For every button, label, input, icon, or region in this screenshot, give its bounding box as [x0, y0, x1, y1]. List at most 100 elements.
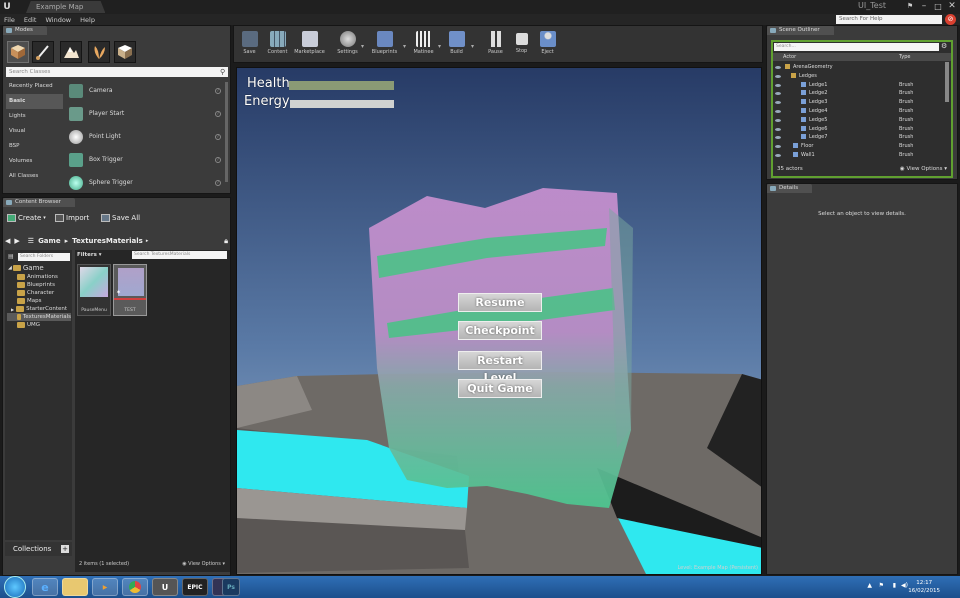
column-actor[interactable]: Actor — [783, 53, 796, 61]
search-assets-input[interactable]: Search TexturesMaterials — [132, 251, 227, 259]
outliner-row[interactable]: Floor Brush — [773, 142, 948, 151]
show-hidden-icons[interactable]: ▲ — [867, 582, 872, 589]
class-camera[interactable]: Camera? — [65, 79, 225, 102]
content-button[interactable]: Content — [264, 28, 291, 62]
outliner-row[interactable]: Wall1 Brush — [773, 151, 948, 160]
volume-icon[interactable]: ◀) — [901, 582, 908, 589]
back-arrow-icon[interactable]: ◀ — [5, 237, 10, 245]
media-player-icon[interactable]: ▶ — [92, 578, 118, 596]
build-dropdown-icon[interactable]: ▾ — [471, 43, 474, 50]
visibility-eye-icon[interactable] — [775, 127, 781, 131]
folder-blueprints[interactable]: Blueprints — [17, 282, 55, 288]
clock[interactable]: 12:17 16/02/2015 — [908, 579, 940, 595]
folder-animations[interactable]: Animations — [17, 274, 58, 280]
class-sphere-trigger[interactable]: Sphere Trigger? — [65, 171, 225, 194]
help-icon[interactable]: ? — [215, 156, 221, 163]
foliage-mode-button[interactable] — [88, 41, 110, 63]
build-button[interactable]: Build — [443, 28, 470, 62]
folder-list-icon[interactable]: ☰ — [28, 237, 34, 245]
outliner-view-options[interactable]: ◉ View Options ▾ — [900, 166, 947, 172]
category-lights[interactable]: Lights — [6, 109, 63, 124]
maximize-button[interactable]: □ — [932, 1, 944, 12]
visibility-eye-icon[interactable] — [775, 74, 781, 78]
folder-umg[interactable]: UMG — [17, 322, 40, 328]
visibility-eye-icon[interactable] — [775, 83, 781, 87]
category-recently-placed[interactable]: Recently Placed — [6, 79, 63, 94]
lock-icon[interactable]: 🔒︎ — [224, 237, 228, 246]
menu-help[interactable]: Help — [80, 16, 95, 24]
stop-button[interactable]: Stop — [508, 28, 535, 62]
breadcrumb-dropdown-icon[interactable]: ▸ — [146, 238, 149, 244]
network-icon[interactable]: ▮ — [893, 582, 896, 589]
quit-game-button[interactable]: Quit Game — [458, 379, 542, 398]
modes-tab[interactable]: Modes — [3, 26, 47, 35]
settings-button[interactable]: Settings — [334, 28, 361, 62]
visibility-eye-icon[interactable] — [775, 110, 781, 113]
category-basic[interactable]: Basic — [6, 94, 63, 109]
breadcrumb-game[interactable]: Game — [38, 237, 61, 245]
category-bsp[interactable]: BSP — [6, 139, 63, 154]
forward-arrow-icon[interactable]: ▶ — [14, 237, 19, 245]
photoshop-icon[interactable]: Ps — [222, 578, 240, 596]
eject-button[interactable]: Eject — [534, 28, 561, 62]
outliner-row[interactable]: Ledge7 Brush — [773, 133, 948, 142]
menu-edit[interactable]: Edit — [24, 16, 37, 24]
blueprints-button[interactable]: Blueprints — [371, 28, 398, 62]
visibility-eye-icon[interactable] — [775, 118, 781, 122]
paint-mode-button[interactable] — [32, 41, 54, 63]
help-icon[interactable]: ? — [215, 133, 221, 140]
help-icon[interactable]: ? — [215, 110, 221, 117]
folder-starter-content[interactable]: ▶ StarterContent — [11, 306, 67, 312]
visibility-eye-icon[interactable] — [775, 154, 781, 157]
outliner-row[interactable]: ArenaGeometry — [773, 63, 948, 72]
no-entry-icon[interactable]: ⊘ — [945, 14, 956, 25]
epic-launcher-icon[interactable]: EPIC — [182, 578, 208, 596]
outliner-row[interactable]: Ledge6 Brush — [773, 125, 948, 134]
restart-level-button[interactable]: Restart Level — [458, 351, 542, 384]
minimize-button[interactable]: – — [918, 1, 930, 12]
document-tab[interactable]: Example Map — [26, 1, 106, 13]
class-player-start[interactable]: Player Start? — [65, 102, 225, 125]
close-button[interactable]: ✕ — [946, 1, 958, 12]
folder-textures-materials[interactable]: TexturesMaterials — [7, 313, 71, 321]
menu-window[interactable]: Window — [45, 16, 71, 24]
resume-button[interactable]: Resume — [458, 293, 542, 312]
folder-maps[interactable]: Maps — [17, 298, 41, 304]
details-tab[interactable]: Details — [767, 184, 813, 193]
import-button[interactable]: Import — [55, 214, 89, 222]
internet-explorer-icon[interactable]: e — [32, 578, 58, 596]
file-explorer-icon[interactable] — [62, 578, 88, 596]
outliner-row[interactable]: Ledge5 Brush — [773, 116, 948, 125]
content-browser-tab[interactable]: Content Browser — [3, 198, 75, 207]
menu-file[interactable]: File — [4, 16, 15, 24]
chrome-icon[interactable] — [122, 578, 148, 596]
outliner-options-icon[interactable]: ⚙ — [941, 42, 947, 50]
add-collection-icon[interactable]: + — [61, 545, 69, 553]
folder-game[interactable]: ◢ Game — [8, 264, 44, 272]
search-outliner-input[interactable]: Search... — [774, 43, 939, 51]
filters-button[interactable]: Filters ▾ — [77, 252, 102, 258]
breadcrumb-textures[interactable]: TexturesMaterials — [72, 237, 143, 245]
tree-options-icon[interactable]: ▤ — [8, 253, 14, 260]
pause-button[interactable]: Pause — [482, 28, 509, 62]
visibility-eye-icon[interactable] — [775, 145, 781, 149]
classes-scrollbar[interactable] — [225, 82, 228, 182]
category-volumes[interactable]: Volumes — [6, 154, 63, 169]
outliner-row[interactable]: Ledge1 Brush — [773, 81, 948, 90]
matinee-dropdown-icon[interactable]: ▾ — [438, 43, 441, 50]
visibility-eye-icon[interactable] — [775, 92, 781, 96]
visibility-eye-icon[interactable] — [775, 66, 781, 69]
search-folders-input[interactable]: Search Folders — [18, 253, 70, 261]
create-button[interactable]: Create ▾ — [7, 214, 46, 222]
visibility-eye-icon[interactable] — [775, 101, 781, 105]
unreal-engine-icon[interactable]: U — [152, 578, 178, 596]
outliner-row[interactable]: Ledges — [773, 72, 948, 81]
place-mode-button[interactable] — [7, 41, 29, 63]
scene-outliner-tab[interactable]: Scene Outliner — [767, 26, 834, 35]
asset-test[interactable]: ✶ TEST — [113, 264, 147, 316]
save-all-button[interactable]: Save All — [101, 214, 140, 222]
class-box-trigger[interactable]: Box Trigger? — [65, 148, 225, 171]
outliner-scrollbar[interactable] — [945, 62, 949, 102]
category-visual[interactable]: Visual — [6, 124, 63, 139]
matinee-button[interactable]: Matinee — [410, 28, 437, 62]
